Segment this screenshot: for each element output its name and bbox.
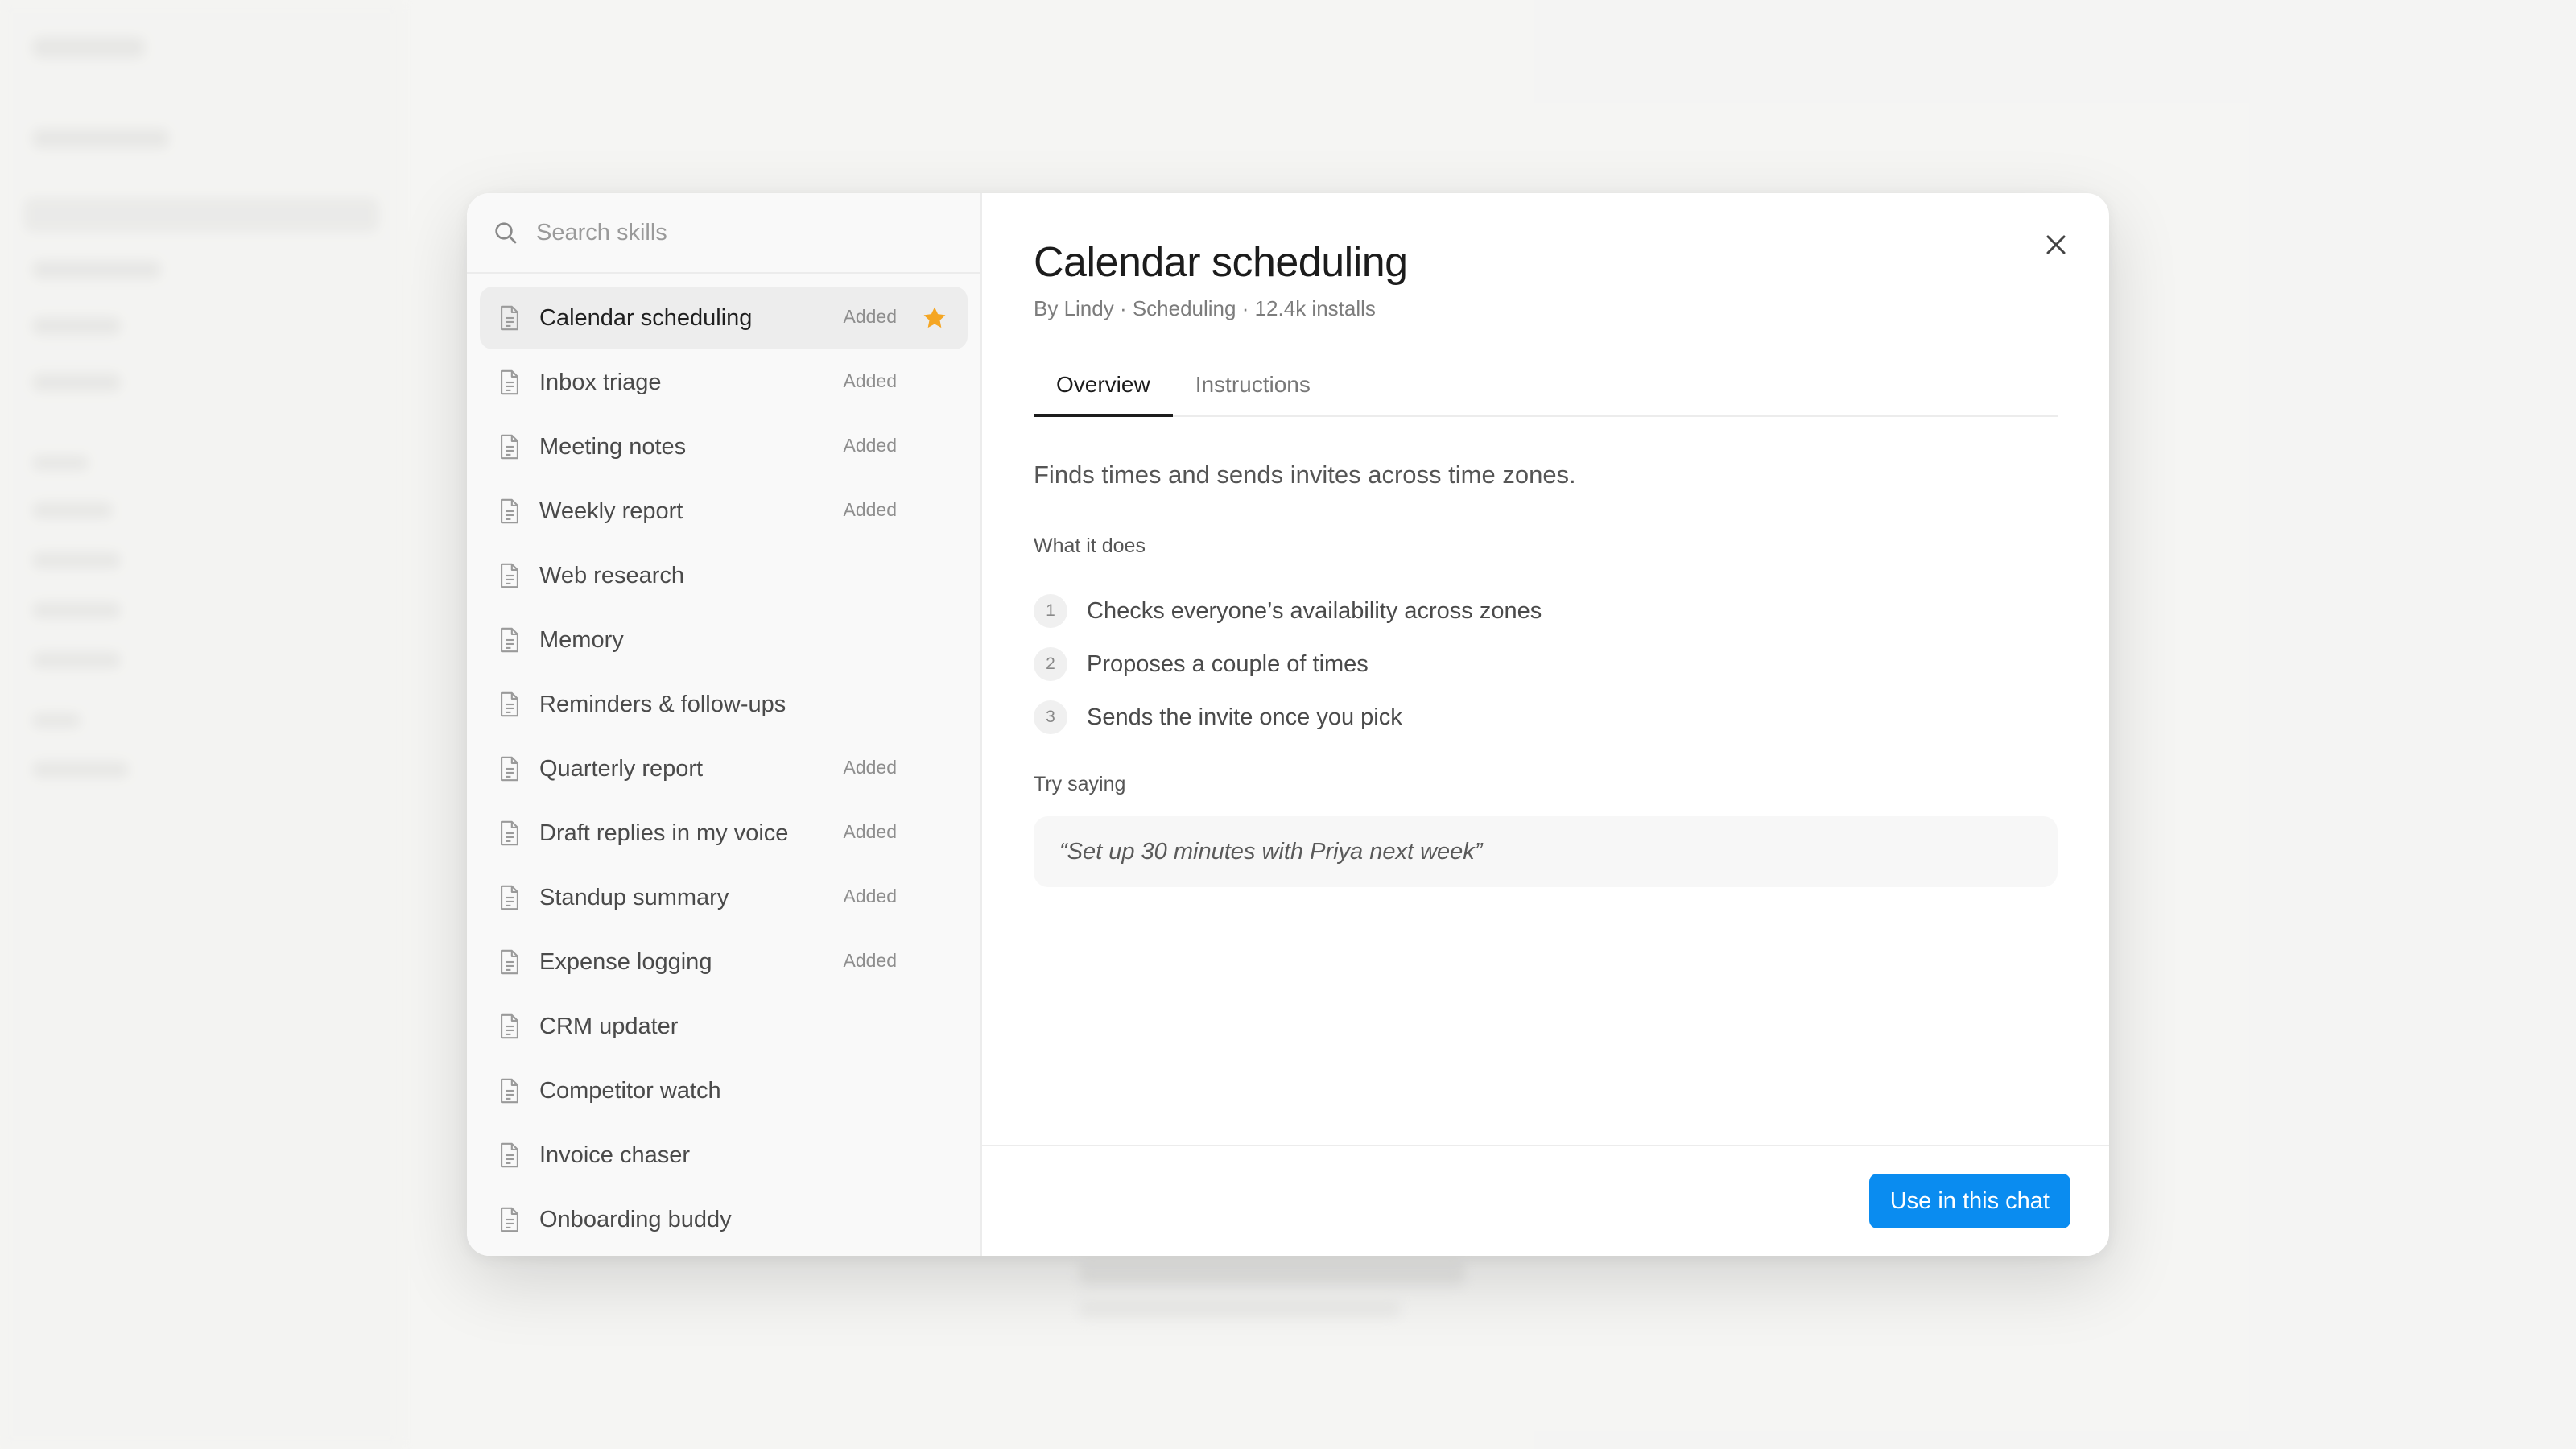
skill-meta: By Lindy · Scheduling · 12.4k installs [1034,296,1376,320]
modal-footer: Use in this chat [982,1145,2109,1256]
search-icon [495,222,517,244]
document-icon [501,1013,518,1039]
added-badge: Added [843,370,897,391]
added-badge: Added [843,306,897,327]
skill-label: Reminders & follow-ups [539,691,786,717]
steps-list: 1 Checks everyone’s availability across … [1034,584,1542,744]
skill-list-item[interactable]: Meeting notes Added [480,415,968,478]
skill-list-item[interactable]: Quarterly report Added [480,737,968,800]
step-item: 3 Sends the invite once you pick [1034,691,1542,744]
document-icon [501,1142,518,1168]
search-bar [467,193,980,274]
skill-title: Calendar scheduling [1034,239,1408,286]
added-badge: Added [843,950,897,971]
added-badge: Added [843,821,897,842]
step-item: 1 Checks everyone’s availability across … [1034,584,1542,638]
document-icon [501,949,518,975]
tab-instructions[interactable]: Instructions [1173,359,1333,415]
step-number: 1 [1034,594,1067,628]
added-badge: Added [843,499,897,520]
try-saying-heading: Try saying [1034,773,1126,795]
skill-list-item[interactable]: Draft replies in my voice Added [480,802,968,865]
skills-modal: Calendar schedulingAddedInbox triageAdde… [467,193,2109,1256]
added-badge: Added [843,886,897,906]
skill-list-item[interactable]: Calendar scheduling Added [480,287,968,349]
document-icon [501,498,518,524]
document-icon [501,627,518,653]
document-icon [501,369,518,395]
skill-list-item[interactable]: Standup summary Added [480,866,968,929]
example-prompt[interactable]: “Set up 30 minutes with Priya next week” [1034,816,2058,887]
skill-list-item[interactable]: Invoice chaser [480,1124,968,1187]
skill-list: Calendar scheduling Added Inbox triage Adde… [467,274,980,1251]
skill-summary: Finds times and sends invites across tim… [1034,460,1576,489]
document-icon [501,885,518,910]
skill-list-item[interactable]: Memory [480,609,968,671]
skill-list-item[interactable]: Competitor watch [480,1059,968,1122]
added-badge: Added [843,435,897,456]
star-icon[interactable] [921,304,948,332]
step-text: Checks everyone’s availability across zo… [1087,597,1542,624]
what-it-does-heading: What it does [1034,535,1146,557]
skills-list-pane: Calendar schedulingAddedInbox triageAdde… [467,193,982,1256]
use-in-chat-button[interactable]: Use in this chat [1868,1174,2070,1228]
step-number: 2 [1034,647,1067,681]
skill-list-item[interactable]: Reminders & follow-ups [480,673,968,736]
skill-label: Onboarding buddy [539,1206,732,1232]
document-icon [501,691,518,717]
document-icon [501,756,518,782]
document-icon [501,1207,518,1232]
skill-list-item[interactable]: Web research [480,544,968,607]
step-text: Sends the invite once you pick [1087,704,1402,730]
skill-list-item[interactable]: Inbox triage Added [480,351,968,414]
skill-list-item[interactable]: Weekly report Added [480,480,968,543]
skill-list-item[interactable]: Expense logging Added [480,931,968,993]
document-icon [501,305,518,331]
skill-list-item[interactable]: CRM updater [480,995,968,1058]
skill-label: Competitor watch [539,1077,721,1104]
skill-detail-pane: Calendar scheduling By Lindy · Schedulin… [982,193,2109,1256]
skill-label: Invoice chaser [539,1141,690,1168]
close-icon[interactable] [2040,229,2072,261]
document-icon [501,563,518,588]
detail-tabs: Overview Instructions [1034,359,2058,417]
document-icon [501,1078,518,1104]
skill-label: Memory [539,626,624,653]
skill-label: Web research [539,562,684,588]
skill-list-item[interactable]: Onboarding buddy [480,1188,968,1251]
added-badge: Added [843,757,897,778]
skill-label: CRM updater [539,1013,679,1039]
step-item: 2 Proposes a couple of times [1034,638,1542,691]
tab-overview[interactable]: Overview [1034,359,1173,417]
step-number: 3 [1034,700,1067,734]
search-input[interactable] [535,218,956,247]
example-prompt-text: “Set up 30 minutes with Priya next week” [1059,838,1483,865]
step-text: Proposes a couple of times [1087,650,1368,677]
document-icon [501,434,518,460]
document-icon [501,820,518,846]
